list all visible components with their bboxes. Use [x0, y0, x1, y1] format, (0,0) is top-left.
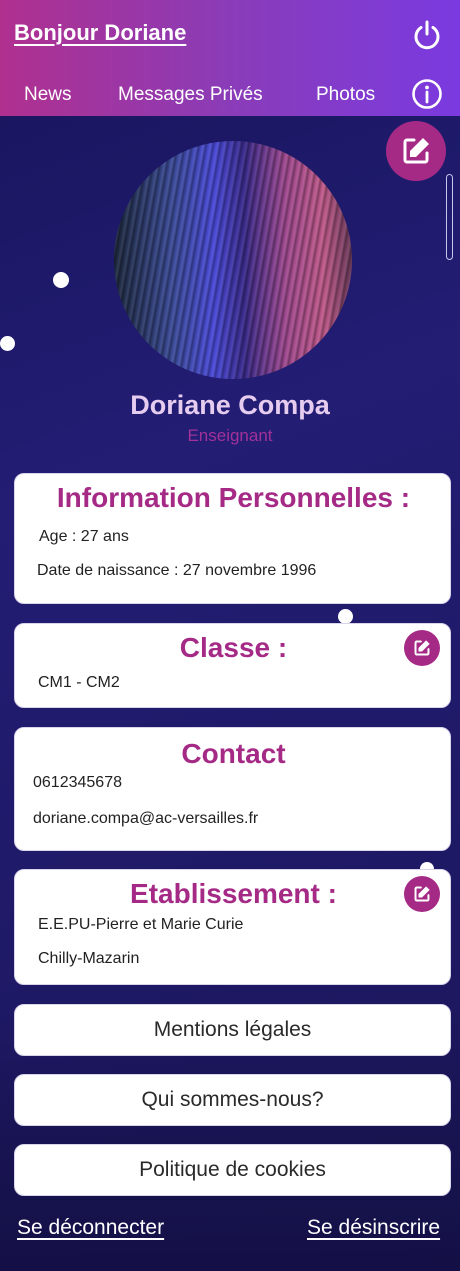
- school-city: Chilly-Mazarin: [38, 950, 140, 967]
- school-name: E.E.PU-Pierre et Marie Curie: [38, 916, 244, 933]
- legal-notice-button[interactable]: Mentions légales: [14, 1004, 451, 1056]
- logout-link[interactable]: Se déconnecter: [17, 1216, 164, 1240]
- about-us-button[interactable]: Qui sommes-nous?: [14, 1074, 451, 1126]
- decor-dot: [338, 609, 353, 624]
- greeting-title: Bonjour Doriane: [14, 20, 187, 45]
- edit-profile-button[interactable]: [386, 121, 446, 181]
- info-button[interactable]: [411, 78, 443, 110]
- edit-icon: [403, 138, 429, 164]
- class-value: CM1 - CM2: [38, 674, 120, 691]
- decor-dot: [0, 336, 15, 351]
- age-text: Age : 27 ans: [39, 528, 129, 545]
- nav-photos[interactable]: Photos: [316, 84, 375, 106]
- personal-info-title: Information Personnelles :: [56, 482, 411, 513]
- avatar: [114, 141, 352, 379]
- class-title: Classe :: [179, 632, 288, 663]
- power-button[interactable]: [410, 18, 444, 52]
- profile-screen: Bonjour Doriane News Messages Privés Pho…: [0, 0, 460, 1271]
- class-card: Classe : CM1 - CM2: [14, 623, 451, 708]
- edit-icon: [414, 640, 430, 656]
- school-title: Etablissement :: [130, 878, 337, 909]
- cookie-policy-button[interactable]: Politique de cookies: [14, 1144, 451, 1196]
- edit-icon: [414, 886, 430, 902]
- contact-title: Contact: [181, 738, 286, 769]
- profile-name: Doriane Compa: [130, 390, 330, 420]
- power-icon: [414, 20, 440, 50]
- birthdate-text: Date de naissance : 27 novembre 1996: [37, 562, 317, 579]
- unsubscribe-link[interactable]: Se désinscrire: [307, 1216, 440, 1240]
- profile-role: Enseignant: [187, 426, 273, 445]
- info-icon: [412, 79, 442, 109]
- edit-school-button[interactable]: [404, 876, 440, 912]
- app-header: Bonjour Doriane News Messages Privés Pho…: [0, 0, 460, 116]
- decor-dot: [53, 272, 69, 288]
- contact-card: Contact 0612345678 doriane.compa@ac-vers…: [14, 727, 451, 851]
- scrollbar[interactable]: [446, 174, 453, 260]
- nav-private-messages[interactable]: Messages Privés: [118, 84, 263, 106]
- nav-news[interactable]: News: [24, 84, 72, 106]
- top-nav: News Messages Privés Photos: [0, 84, 460, 110]
- personal-info-card: Information Personnelles : Age : 27 ans …: [14, 473, 451, 604]
- edit-class-button[interactable]: [404, 630, 440, 666]
- school-card: Etablissement : E.E.PU-Pierre et Marie C…: [14, 869, 451, 985]
- email-text: doriane.compa@ac-versailles.fr: [33, 810, 259, 827]
- phone-text: 0612345678: [33, 774, 122, 791]
